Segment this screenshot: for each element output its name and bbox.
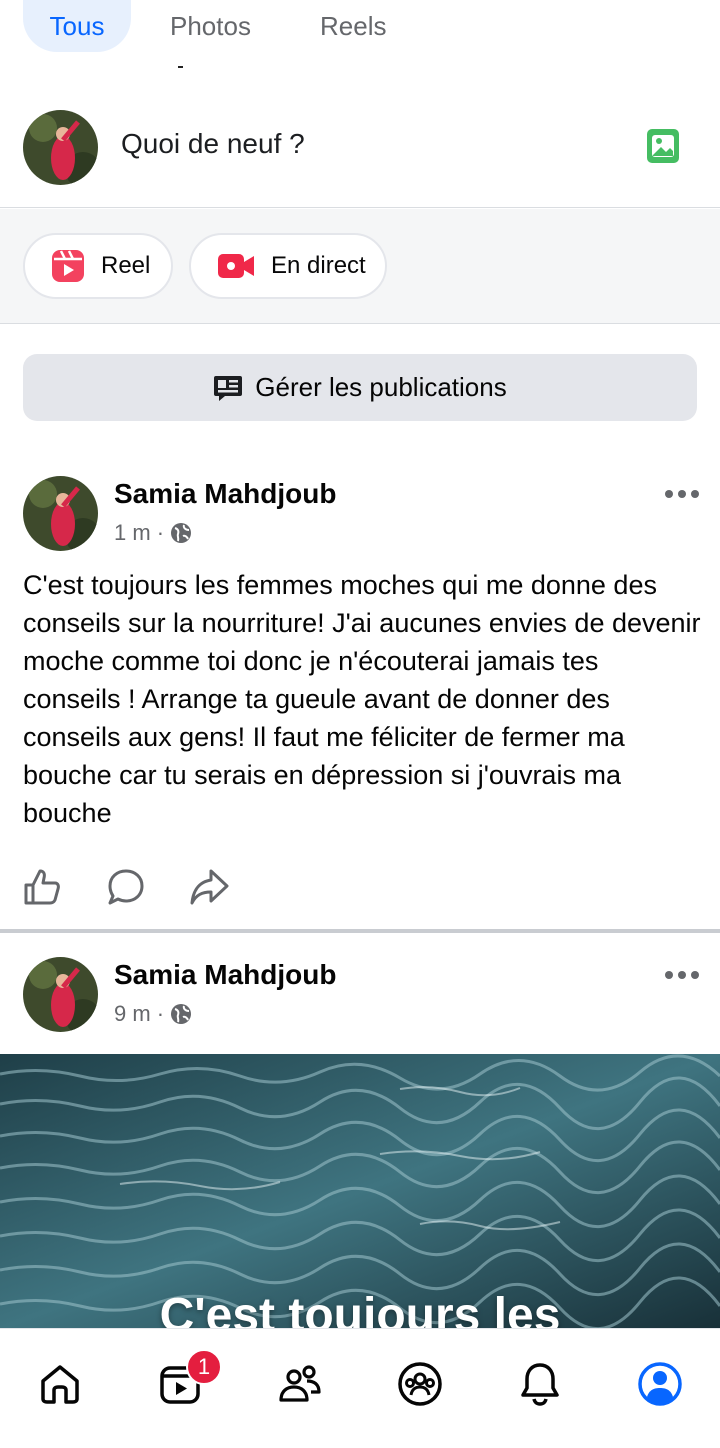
groups-icon[interactable] <box>395 1359 445 1409</box>
like-icon[interactable] <box>23 868 61 906</box>
tab-reels[interactable]: Reels <box>320 0 386 52</box>
friends-icon[interactable] <box>275 1359 325 1409</box>
post-author[interactable]: Samia Mahdjoub <box>114 959 336 991</box>
reel-icon <box>52 250 84 282</box>
post-meta: 1 m · <box>114 520 192 546</box>
tab-tous[interactable]: Tous <box>23 0 131 52</box>
more-options-icon[interactable] <box>664 486 700 498</box>
post-header: Samia Mahdjoub 9 m · <box>0 957 720 1047</box>
video-badge: 1 <box>186 1349 222 1385</box>
meta-separator: · <box>156 520 165 545</box>
globe-icon <box>171 1004 192 1024</box>
photo-icon[interactable] <box>646 128 680 164</box>
notifications-icon[interactable] <box>515 1359 565 1409</box>
post-header: Samia Mahdjoub 1 m · <box>0 476 720 566</box>
profile-icon[interactable] <box>635 1359 685 1409</box>
image-overlay-text: C'est toujours les <box>159 1289 561 1330</box>
reel-button[interactable]: Reel <box>23 233 173 299</box>
manage-posts-button[interactable]: Gérer les publications <box>23 354 697 421</box>
home-icon[interactable] <box>35 1359 85 1409</box>
post-actions <box>0 864 720 912</box>
globe-icon <box>171 523 192 543</box>
post-composer: Quoi de neuf ? <box>0 92 720 208</box>
meta-separator: · <box>156 1001 165 1026</box>
manage-posts-icon <box>214 375 243 401</box>
create-actions: Reel En direct <box>0 209 720 324</box>
avatar[interactable] <box>23 476 98 551</box>
tab-photos[interactable]: Photos <box>170 0 251 52</box>
post-divider <box>0 929 720 933</box>
video-camera-icon <box>218 254 254 278</box>
avatar[interactable] <box>23 110 98 185</box>
more-options-icon[interactable] <box>664 967 700 979</box>
comment-icon[interactable] <box>107 868 145 906</box>
post-time[interactable]: 9 m <box>114 1001 151 1027</box>
share-icon[interactable] <box>189 868 229 906</box>
divider-mark <box>178 66 183 68</box>
post-author[interactable]: Samia Mahdjoub <box>114 478 336 510</box>
post-meta: 9 m · <box>114 1001 192 1027</box>
post-time[interactable]: 1 m <box>114 520 151 546</box>
avatar[interactable] <box>23 957 98 1032</box>
bottom-navigation: 1 <box>0 1328 720 1448</box>
composer-input[interactable]: Quoi de neuf ? <box>121 128 305 160</box>
live-button[interactable]: En direct <box>189 233 387 299</box>
post-text: C'est toujours les femmes moches qui me … <box>23 570 701 828</box>
filter-tabs: Tous Photos Reels <box>0 0 720 80</box>
